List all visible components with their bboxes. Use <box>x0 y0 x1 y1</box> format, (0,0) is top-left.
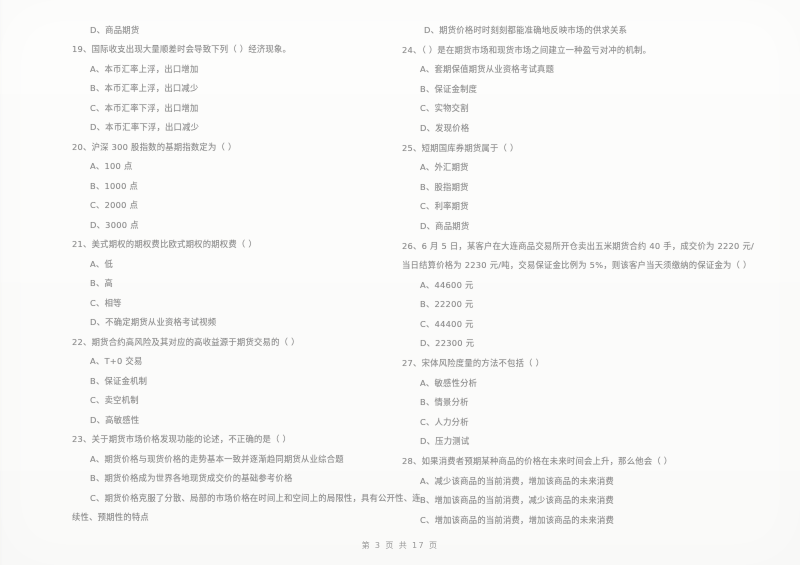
question-22-option-c: C、卖空机制 <box>90 395 139 406</box>
question-24-option-d: D、发现价格 <box>420 122 470 133</box>
question-19-option-a: A、本币汇率上浮，出口增加 <box>90 63 199 74</box>
question-24-option-b: B、保证金制度 <box>420 83 478 94</box>
question-20-stem: 20、沪深 300 股指数的基期指数定为（ ） <box>72 141 237 152</box>
question-22-option-b: B、保证金机制 <box>90 375 148 386</box>
question-20-option-b: B、1000 点 <box>90 180 139 191</box>
question-21-option-d: D、不确定期货从业资格考试视频 <box>90 317 217 328</box>
question-20-option-d: D、3000 点 <box>90 219 139 230</box>
question-25-option-d: D、商品期货 <box>420 220 470 231</box>
question-27-option-b: B、情景分析 <box>420 397 469 408</box>
question-25-option-a: A、外汇期货 <box>420 162 469 173</box>
question-24-option-c: C、实物交割 <box>420 103 469 114</box>
question-24-stem: 24、（ ）是在期货市场和现货市场之间建立一种盈亏对冲的机制。 <box>402 44 652 55</box>
right-column: D、期货价格时时刻刻都能准确地反映市场的供求关系 24、（ ）是在期货市场和现货… <box>400 0 800 524</box>
question-22-stem: 22、期货合约高风险及其对应的高收益源于期货交易的（ ） <box>72 336 300 347</box>
question-21-option-c: C、相等 <box>90 297 122 308</box>
question-23-option-b: B、期货价格成为世界各地现货成交价的基础参考价格 <box>90 473 293 484</box>
question-26-option-c: C、44400 元 <box>420 318 474 329</box>
question-22-option-d: D、高敏感性 <box>90 414 140 425</box>
orphan-option-right: D、期货价格时时刻刻都能准确地反映市场的供求关系 <box>424 25 628 35</box>
question-25-option-c: C、利率期货 <box>420 201 469 212</box>
question-28-option-c: C、增加该商品的当前消费，增加该商品的未来消费 <box>420 514 615 525</box>
question-26-stem: 26、6 月 5 日，某客户在大连商品交易所开仓卖出五米期货合约 40 手，成交… <box>402 240 755 251</box>
question-26-stem-continuation: 当日结算价格为 2230 元/吨，交易保证金比例为 5%，则该客户当天须缴纳的保… <box>402 260 752 271</box>
question-19-option-b: B、本币汇率上浮，出口减少 <box>90 83 199 94</box>
question-27-option-a: A、敏感性分析 <box>420 377 478 388</box>
question-27-option-c: C、人力分析 <box>420 416 469 427</box>
question-19-stem: 19、国际收支出现大量顺差时会导致下列（ ）经济现象。 <box>72 44 292 55</box>
question-27-option-d: D、压力测试 <box>420 436 470 447</box>
question-26-option-b: B、22200 元 <box>420 299 474 310</box>
question-23-option-a: A、期货价格与现货价格的走势基本一致并逐渐趋同期货从业综合题 <box>90 453 344 464</box>
question-21-option-a: A、低 <box>90 258 114 269</box>
question-28-option-b: B、增加该商品的当前消费，减少该商品的未来消费 <box>420 495 614 506</box>
question-23-option-c-continuation: 续性、预期性的特点 <box>72 512 149 523</box>
question-19-option-d: D、本币汇率下浮，出口减少 <box>90 122 200 133</box>
question-28-option-a: A、减少该商品的当前消费，增加该商品的未来消费 <box>420 475 614 486</box>
question-22-option-a: A、T+0 交易 <box>90 356 143 367</box>
question-19-option-c: C、本币汇率下浮，出口增加 <box>90 102 199 113</box>
question-21-option-b: B、高 <box>90 278 114 289</box>
question-26-option-a: A、44600 元 <box>420 279 474 290</box>
question-24-option-a: A、套期保值期货从业资格考试真题 <box>420 64 555 75</box>
question-21-stem: 21、美式期权的期权费比欧式期权的期权费（ ） <box>72 239 257 250</box>
scanned-page: D、商品期货 19、国际收支出现大量顺差时会导致下列（ ）经济现象。 A、本币汇… <box>0 0 800 565</box>
question-26-option-d: D、22300 元 <box>420 338 475 349</box>
two-column-layout: D、商品期货 19、国际收支出现大量顺差时会导致下列（ ）经济现象。 A、本币汇… <box>0 0 800 524</box>
left-column: D、商品期货 19、国际收支出现大量顺差时会导致下列（ ）经济现象。 A、本币汇… <box>0 0 421 523</box>
orphan-option-left: D、商品期货 <box>90 25 140 35</box>
question-25-option-b: B、股指期货 <box>420 181 469 192</box>
question-23-option-c: C、期货价格克服了分散、局部的市场价格在时间上和空间上的局限性，具有公开性、连 <box>90 492 421 503</box>
question-20-option-a: A、100 点 <box>90 161 133 172</box>
page-footer: 第 3 页 共 17 页 <box>361 541 439 550</box>
question-28-stem: 28、如果消费者预期某种商品的价格在未来时间会上升，那么他会（ ） <box>402 455 673 466</box>
question-23-stem: 23、关于期货市场价格发现功能的论述，不正确的是（ ） <box>72 434 292 445</box>
question-27-stem: 27、宋体风险度量的方法不包括（ ） <box>402 357 545 368</box>
question-25-stem: 25、短期国库券期货属于（ ） <box>402 142 519 153</box>
question-20-option-c: C、2000 点 <box>90 200 139 211</box>
